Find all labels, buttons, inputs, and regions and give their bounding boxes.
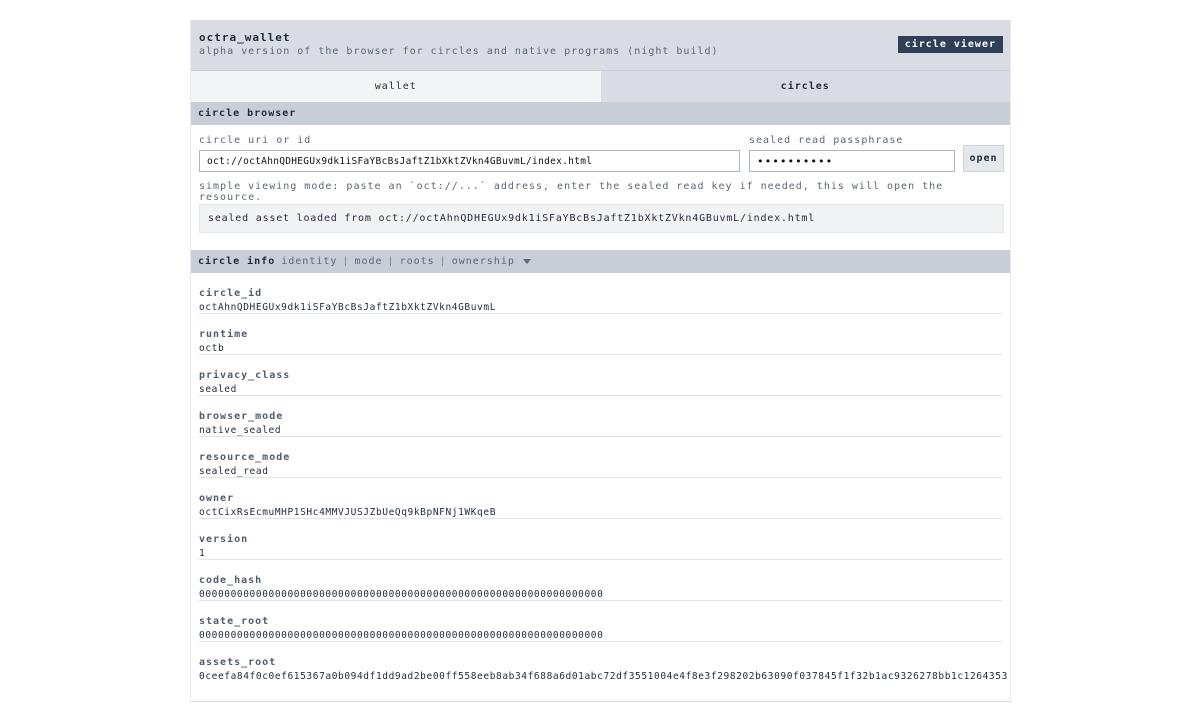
info-field-version: version 1 [199,519,1002,560]
chevron-down-icon[interactable] [522,258,531,264]
circle-browser-heading: circle browser [191,103,1010,125]
field-value: 0000000000000000000000000000000000000000… [199,589,604,600]
app-header: octra_wallet alpha version of the browse… [191,20,1010,71]
field-key: version [199,534,249,545]
circle-viewer-button[interactable]: circle viewer [897,36,1003,53]
field-key: runtime [199,329,249,340]
app-subtitle: alpha version of the browser for circles… [199,46,719,57]
tab-wallet[interactable]: wallet [191,71,601,102]
app-window: octra_wallet alpha version of the browse… [190,20,1011,702]
nav-separator: | [387,256,395,267]
nav-separator: | [342,256,350,267]
field-key: code_hash [199,575,263,586]
passphrase-input[interactable] [749,150,955,172]
viewing-mode-hint: simple viewing mode: paste an `oct://...… [199,181,944,203]
info-nav-ownership[interactable]: ownership [452,256,515,267]
circle-uri-label: circle uri or id [199,135,312,146]
field-key: state_root [199,616,270,627]
info-nav-roots[interactable]: roots [400,256,435,267]
field-value: sealed [199,384,237,395]
info-field-assets-root: assets_root 0ceefa84f0c0ef615367a0b094df… [199,642,1008,683]
field-key: resource_mode [199,452,291,463]
tab-circles[interactable]: circles [600,71,1010,102]
info-field-privacy-class: privacy_class sealed [199,355,1002,396]
circle-browser-panel: circle uri or id sealed read passphrase … [191,125,1010,250]
field-key: privacy_class [199,370,291,381]
circle-info-header: circle info identity | mode | roots | ownershi… [191,250,1010,273]
field-value: octb [199,343,225,354]
field-value: octAhnQDHEGUx9dk1iSFaYBcBsJaftZ1bXktZVkn… [199,302,497,313]
field-key: circle_id [199,288,263,299]
main-tabs: wallet circles [191,71,1010,103]
info-nav-mode[interactable]: mode [354,256,382,267]
field-key: owner [199,493,235,504]
load-status-message: sealed asset loaded from oct://octAhnQDH… [199,204,1004,233]
field-value: 0000000000000000000000000000000000000000… [199,630,604,641]
circle-info-title: circle info [198,256,276,267]
info-field-browser-mode: browser_mode native_sealed [199,396,1002,437]
field-key: browser_mode [199,411,284,422]
app-title: octra_wallet [199,31,291,44]
field-value: native_sealed [199,425,282,436]
info-field-runtime: runtime octb [199,314,1002,355]
info-field-circle-id: circle_id octAhnQDHEGUx9dk1iSFaYBcBsJaft… [199,273,1002,314]
field-key: assets_root [199,657,277,668]
passphrase-label: sealed read passphrase [749,135,904,146]
info-field-resource-mode: resource_mode sealed_read [199,437,1002,478]
field-value: sealed_read [199,466,269,477]
info-field-owner: owner octCixRsEcmuMHP1SHc4MMVJUSJZbUeQq9… [199,478,1002,519]
info-field-state-root: state_root 00000000000000000000000000000… [199,601,1002,642]
open-button[interactable]: open [963,145,1004,172]
circle-uri-input[interactable] [199,150,740,172]
field-value: 0ceefa84f0c0ef615367a0b094df1dd9ad2be00f… [199,671,1008,682]
circle-info-fields: circle_id octAhnQDHEGUx9dk1iSFaYBcBsJaft… [191,273,1010,683]
circle-info-nav: identity | mode | roots | ownership [281,250,531,273]
field-value: 1 [199,548,206,559]
info-field-code-hash: code_hash 000000000000000000000000000000… [199,560,1002,601]
nav-separator: | [439,256,447,267]
info-nav-identity[interactable]: identity [281,256,337,267]
field-value: octCixRsEcmuMHP1SHc4MMVJUSJZbUeQq9kBpNFN… [199,507,497,518]
